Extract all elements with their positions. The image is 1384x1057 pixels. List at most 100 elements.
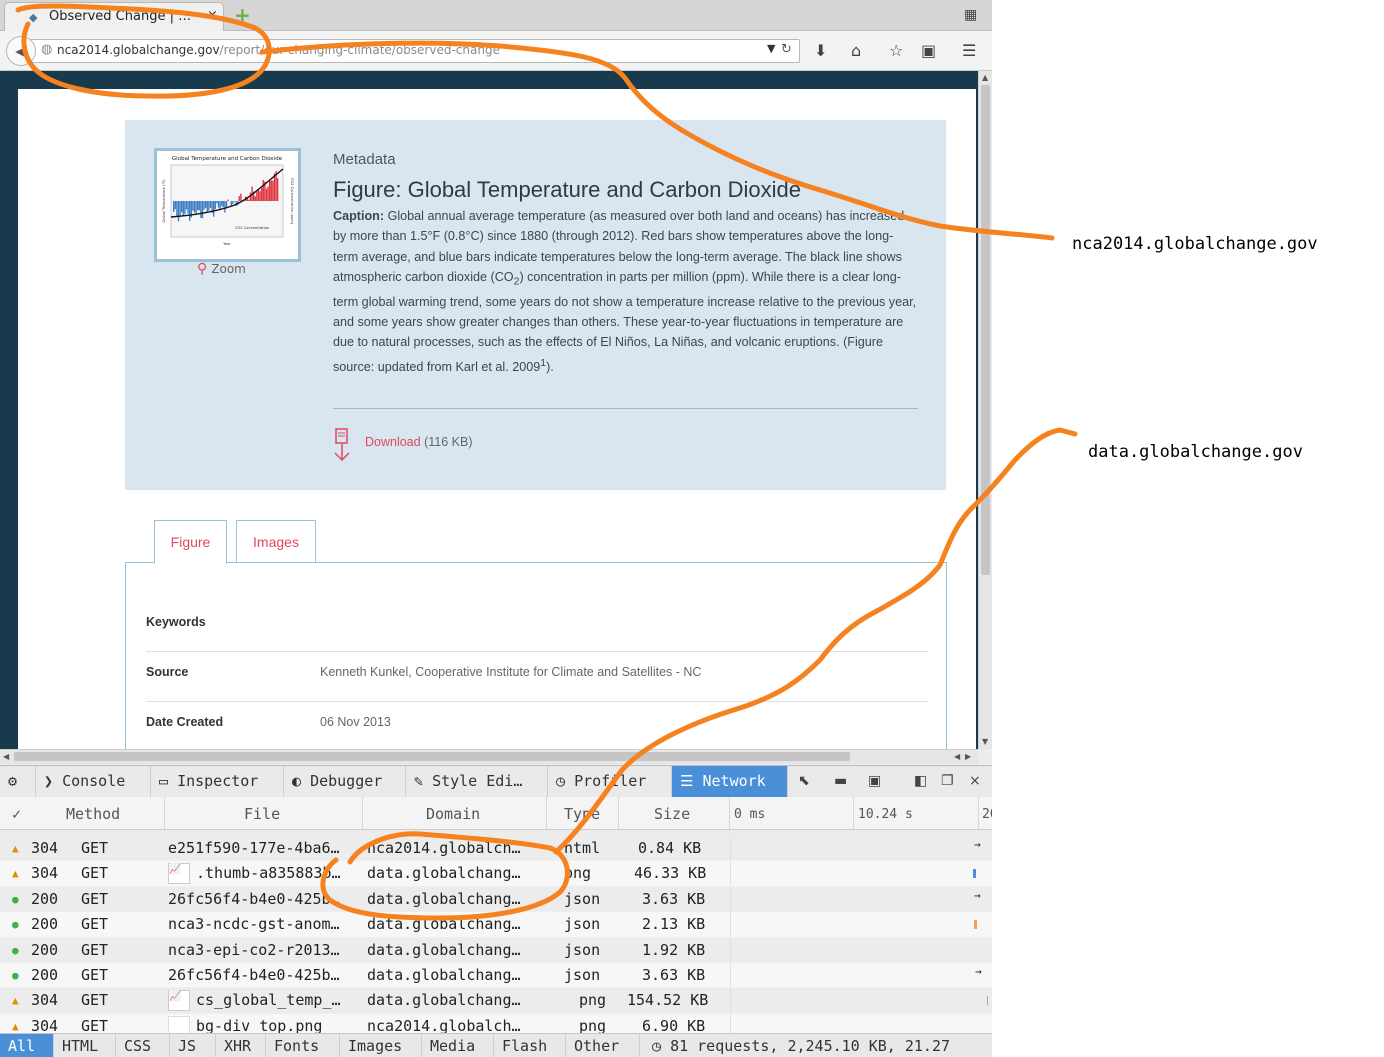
reload-icon[interactable]: ↻ — [781, 42, 792, 57]
request-size: 46.33 KB — [634, 864, 707, 883]
figure-title: Figure: Global Temperature and Carbon Di… — [333, 177, 801, 202]
url-text[interactable]: nca2014.globalchange.gov/report/our-chan… — [57, 43, 500, 57]
status-warning-icon: ▲ — [12, 994, 19, 1008]
horizontal-scrollbar[interactable]: ◀ ◀ ▶ — [0, 749, 978, 764]
back-button[interactable]: ◀ — [6, 36, 36, 66]
download-link[interactable]: Download — [365, 435, 421, 449]
scroll-left-icon[interactable]: ◀ — [954, 752, 960, 761]
column-file[interactable]: File — [244, 805, 280, 823]
dock-side-icon[interactable]: ◧ — [914, 773, 927, 789]
filter-html[interactable]: HTML — [54, 1034, 116, 1057]
site-identity-icon[interactable]: ◍ — [41, 42, 52, 57]
thumb-bar — [192, 201, 194, 211]
thumb-bar — [269, 179, 271, 201]
menu-icon[interactable]: ☰ — [962, 41, 976, 60]
scroll-up-icon[interactable]: ▲ — [982, 73, 988, 82]
filter-xhr[interactable]: XHR — [216, 1034, 266, 1057]
thumb-bar — [214, 201, 216, 210]
devtools-tab-console[interactable]: ❯ Console — [36, 766, 151, 797]
row-divider — [146, 701, 928, 702]
vertical-scrollbar[interactable]: ▲ ▼ — [978, 71, 992, 749]
page-content: Global Temperature and Carbon Dioxide Gl… — [18, 89, 976, 749]
filter-other[interactable]: Other — [566, 1034, 640, 1057]
thumb-bar — [216, 201, 218, 204]
scroll-right-icon[interactable]: ▶ — [965, 752, 971, 761]
tab-figure[interactable]: Figure — [154, 520, 227, 564]
thumb-bar — [265, 188, 268, 201]
request-type: png — [579, 991, 607, 1010]
download-row: Download (116 KB) — [365, 435, 472, 449]
table-row[interactable]: ● 200 GET nca3-epi-co2-r2013… data.globa… — [0, 937, 992, 963]
column-domain[interactable]: Domain — [426, 805, 480, 823]
thumb-bar — [187, 201, 189, 214]
status-ok-icon: ● — [12, 943, 19, 957]
download-icon[interactable]: ⬇ — [814, 41, 827, 60]
column-separator — [362, 797, 363, 829]
browser-tab[interactable]: ◆ Observed Change | … × — [4, 2, 224, 31]
filter-fonts[interactable]: Fonts — [266, 1034, 340, 1057]
request-domain: nca2014.globalch… — [367, 839, 521, 857]
filter-css[interactable]: CSS — [116, 1034, 170, 1057]
pick-element-icon[interactable]: ⬉ — [798, 773, 810, 789]
request-type: json — [564, 940, 601, 959]
devtools-tab-style-editor[interactable]: ✎ Style Edi… — [406, 766, 548, 797]
home-icon[interactable]: ⌂ — [851, 41, 861, 60]
devtools-tab-profiler[interactable]: ◷ Profiler — [548, 766, 672, 797]
column-check[interactable]: ✓ — [12, 805, 21, 823]
table-row[interactable]: ▲ 304 GET 📈 .thumb-a835883b… data.global… — [0, 861, 992, 887]
download-file-icon[interactable] — [333, 428, 351, 462]
tab-images[interactable]: Images — [236, 520, 316, 563]
scroll-down-icon[interactable]: ▼ — [982, 737, 988, 746]
bookmark-star-icon[interactable]: ☆ — [889, 41, 903, 60]
table-row[interactable]: ● 200 GET 26fc56f4-b4e0-425b… data.globa… — [0, 962, 992, 989]
thumb-title: Global Temperature and Carbon Dioxide — [172, 156, 283, 162]
figure-thumbnail[interactable]: Global Temperature and Carbon Dioxide Gl… — [154, 148, 301, 262]
vertical-scroll-thumb[interactable] — [981, 85, 990, 575]
request-file: 26fc56f4-b4e0-425b… — [168, 965, 340, 984]
devtools-tab-network[interactable]: ☰ Network — [672, 766, 788, 797]
devtools-tab-inspector[interactable]: ▭ Inspector — [151, 766, 284, 797]
devtools-toolbar: ⚙ ❯ Console ▭ Inspector ◐ Debugger ✎ Sty… — [0, 765, 992, 798]
tab-groups-icon[interactable]: ▦ — [964, 7, 977, 23]
close-tab-icon[interactable]: × — [207, 8, 218, 23]
column-type[interactable]: Type — [564, 805, 600, 823]
url-host: nca2014.globalchange.gov — [57, 43, 220, 57]
devtools-options-button[interactable]: ⚙ — [0, 766, 36, 797]
horizontal-scroll-thumb[interactable] — [14, 752, 850, 761]
new-tab-button[interactable]: + — [234, 3, 251, 27]
filter-media[interactable]: Media — [422, 1034, 494, 1057]
thumb-bar — [185, 201, 188, 210]
devtools-tab-debugger[interactable]: ◐ Debugger — [284, 766, 406, 797]
url-dropdown-icon[interactable]: ▼ — [767, 42, 775, 55]
devtools-tab-label: Style Edi… — [432, 772, 523, 790]
request-file: nca3-epi-co2-r2013… — [168, 940, 340, 959]
close-devtools-icon[interactable]: × — [969, 773, 981, 789]
table-row[interactable]: ● 200 GET nca3-ncdc-gst-anom… data.globa… — [0, 912, 992, 938]
request-method: GET — [81, 965, 109, 984]
scroll-left-icon[interactable]: ◀ — [3, 752, 9, 761]
separate-window-icon[interactable]: ❐ — [941, 773, 954, 789]
filter-all[interactable]: All — [0, 1034, 54, 1057]
filter-images[interactable]: Images — [340, 1034, 422, 1057]
filter-js[interactable]: JS — [170, 1034, 216, 1057]
tab-strip: ◆ Observed Change | … × + ▦ — [0, 0, 992, 31]
split-console-icon[interactable]: ▬ — [834, 773, 847, 789]
thumb-bar — [209, 201, 212, 208]
responsive-mode-icon[interactable]: ▣ — [868, 773, 881, 789]
column-size[interactable]: Size — [654, 805, 690, 823]
tab-title: Observed Change | … — [49, 9, 192, 24]
column-method[interactable]: Method — [66, 805, 120, 823]
table-row[interactable]: ▲ 304 GET 📈 cs_global_temp_… data.global… — [0, 988, 992, 1014]
timeline-mid: 10.24 s — [858, 807, 913, 822]
summary-text: 81 requests, 2,245.10 KB, 21.27 — [670, 1037, 951, 1055]
reading-list-icon[interactable]: ▣ — [921, 41, 936, 60]
waterfall-cell — [730, 937, 979, 962]
table-row[interactable]: ● 200 GET 26fc56f4-b4e0-425b… data.globa… — [0, 886, 992, 913]
thumb-bar — [217, 201, 220, 208]
request-method: GET — [81, 940, 109, 959]
zoom-link[interactable]: ⚲ Zoom — [197, 261, 246, 277]
url-bar[interactable]: ◍ nca2014.globalchange.gov/report/our-ch… — [28, 39, 800, 63]
filter-flash[interactable]: Flash — [494, 1034, 566, 1057]
table-row[interactable]: ▲ 304 GET e251f590-177e-4ba6… nca2014.gl… — [0, 836, 992, 862]
request-size: 2.13 KB — [642, 915, 706, 934]
